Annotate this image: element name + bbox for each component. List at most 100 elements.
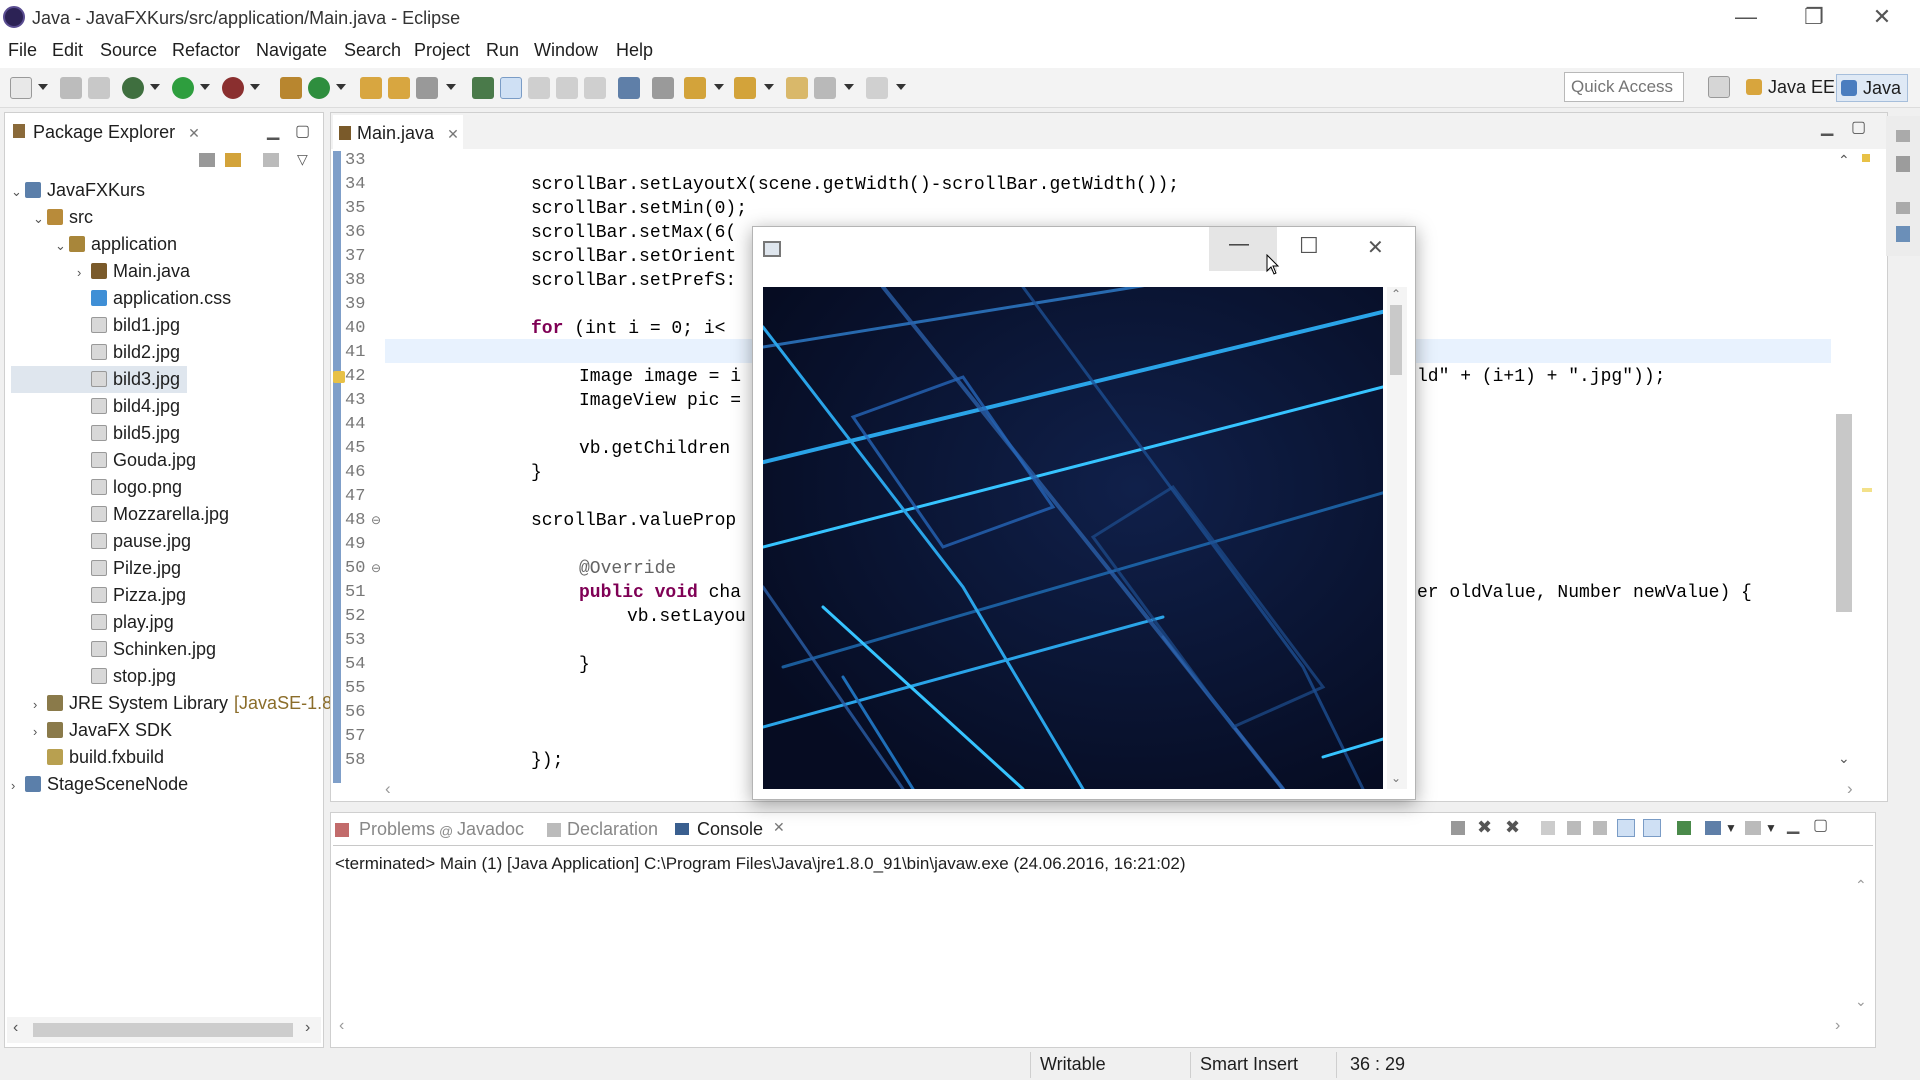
console-scroll-left-icon[interactable]: ‹	[339, 1017, 344, 1035]
search-dropdown-icon[interactable]	[446, 84, 456, 90]
code-line[interactable]: for (int i = 0; i<	[531, 319, 725, 339]
tree-item[interactable]: bild3.jpg	[11, 366, 187, 393]
code-line[interactable]: scrollBar.setPrefS:	[531, 271, 736, 291]
perspective-java-ee[interactable]: Java EE	[1742, 74, 1841, 102]
open-task-icon[interactable]	[388, 77, 410, 99]
scroll-right-icon[interactable]: ›	[305, 1019, 310, 1037]
fold-icon[interactable]: ⊖	[371, 513, 381, 527]
app-vertical-scrollbar[interactable]: ⌃ ⌄	[1387, 287, 1407, 789]
menu-window[interactable]: Window	[534, 40, 598, 61]
maximize-view-icon[interactable]: ▢	[295, 121, 310, 141]
previous-annotation-icon[interactable]	[734, 77, 756, 99]
open-console-icon[interactable]	[1745, 821, 1761, 835]
remove-all-launches-icon[interactable]: ✖	[1505, 817, 1520, 838]
collapsed-arrow-icon[interactable]: ›	[33, 691, 47, 718]
open-console-dropdown-icon[interactable]: ▼	[1765, 821, 1777, 835]
tree-item[interactable]: play.jpg	[11, 609, 321, 636]
expanded-arrow-icon[interactable]: ⌄	[11, 178, 25, 205]
tree-item[interactable]: ⌄ JavaFXKurs	[11, 177, 321, 204]
scroll-left-icon[interactable]: ‹	[385, 779, 391, 799]
collapsed-arrow-icon[interactable]: ›	[11, 772, 25, 799]
menu-help[interactable]: Help	[616, 40, 653, 61]
scroll-right-icon[interactable]: ›	[1847, 779, 1853, 799]
next-annotation-dropdown-icon[interactable]	[714, 84, 724, 90]
menu-edit[interactable]: Edit	[52, 40, 83, 61]
open-type-icon[interactable]	[360, 77, 382, 99]
next-annotation-icon[interactable]	[684, 77, 706, 99]
tree-item[interactable]: Gouda.jpg	[11, 447, 321, 474]
console-scroll-right-icon[interactable]: ›	[1835, 1017, 1840, 1035]
quick-access-input[interactable]	[1564, 72, 1684, 102]
minimize-button[interactable]: —	[1716, 0, 1776, 36]
console-toggle-icon[interactable]	[618, 77, 640, 99]
close-tab-icon[interactable]: ✕	[447, 126, 459, 142]
fold-icon[interactable]: ⊖	[371, 561, 381, 575]
forward-icon[interactable]	[866, 77, 888, 99]
menu-run[interactable]: Run	[486, 40, 519, 61]
menu-file[interactable]: File	[8, 40, 37, 61]
new-icon[interactable]	[10, 77, 32, 99]
skip-breakpoints-icon[interactable]	[652, 77, 674, 99]
overview-occurrence-marker[interactable]	[1862, 488, 1872, 492]
previous-annotation-dropdown-icon[interactable]	[764, 84, 774, 90]
code-line[interactable]: Image image = i	[579, 367, 741, 387]
tree-item[interactable]: logo.png	[11, 474, 321, 501]
tree-item[interactable]: › StageSceneNode	[11, 771, 321, 798]
code-line[interactable]: }	[579, 655, 590, 675]
view-menu-icon[interactable]: ▽	[297, 151, 308, 168]
new-dropdown-icon[interactable]	[38, 84, 48, 90]
tree-item[interactable]: bild2.jpg	[11, 339, 321, 366]
maximize-editor-icon[interactable]: ▢	[1851, 117, 1866, 137]
close-button[interactable]: ✕	[1852, 0, 1912, 36]
code-line-tail[interactable]: ld" + (i+1) + ".jpg"));	[1417, 367, 1665, 387]
app-maximize-button[interactable]: ☐	[1299, 233, 1319, 259]
tab-javadoc[interactable]: Javadoc	[457, 819, 524, 840]
minimize-editor-icon[interactable]: ▁	[1821, 117, 1833, 137]
show-whitespace-icon[interactable]	[584, 77, 606, 99]
run-icon[interactable]	[172, 77, 194, 99]
debug-icon[interactable]	[122, 77, 144, 99]
expanded-arrow-icon[interactable]: ⌄	[33, 205, 47, 232]
collapse-all-icon[interactable]	[199, 153, 215, 167]
collapsed-arrow-icon[interactable]: ›	[33, 718, 47, 745]
tree-item[interactable]: › Main.java	[11, 258, 321, 285]
code-line[interactable]: scrollBar.setLayoutX(scene.getWidth()-sc…	[531, 175, 1179, 195]
outline-icon[interactable]	[1896, 226, 1910, 242]
tree-item[interactable]: bild4.jpg	[11, 393, 321, 420]
show-on-stderr-icon[interactable]	[1643, 819, 1661, 837]
tree-item[interactable]: › JavaFX SDK	[11, 717, 321, 744]
back-dropdown-icon[interactable]	[844, 84, 854, 90]
close-tab-icon[interactable]: ✕	[188, 125, 200, 141]
menu-source[interactable]: Source	[100, 40, 157, 61]
code-line-tail[interactable]: er oldValue, Number newValue) {	[1417, 583, 1752, 603]
display-console-icon[interactable]	[1705, 821, 1721, 835]
tree-item[interactable]: Pizza.jpg	[11, 582, 321, 609]
tree-item[interactable]: build.fxbuild	[11, 744, 321, 771]
menu-refactor[interactable]: Refactor	[172, 40, 240, 61]
perspective-java[interactable]: Java	[1836, 74, 1909, 102]
tree-item[interactable]: bild5.jpg	[11, 420, 321, 447]
restore-icon[interactable]	[1896, 202, 1910, 214]
display-console-dropdown-icon[interactable]: ▼	[1725, 821, 1737, 835]
code-line[interactable]: }	[531, 463, 542, 483]
tree-item[interactable]: ⌄ src	[11, 204, 321, 231]
new-java-project-icon[interactable]	[280, 77, 302, 99]
save-icon[interactable]	[60, 77, 82, 99]
menu-navigate[interactable]: Navigate	[256, 40, 327, 61]
task-list-icon[interactable]	[1896, 156, 1910, 172]
external-tools-icon[interactable]	[222, 77, 244, 99]
annotation-icon[interactable]	[472, 77, 494, 99]
code-line[interactable]: scrollBar.setMin(0);	[531, 199, 747, 219]
terminate-icon[interactable]	[1451, 821, 1465, 835]
overview-warning-marker[interactable]	[1862, 154, 1870, 162]
debug-dropdown-icon[interactable]	[150, 84, 160, 90]
maximize-console-icon[interactable]: ▢	[1813, 815, 1828, 835]
console-scroll-up-icon[interactable]: ⌃	[1855, 877, 1867, 894]
expanded-arrow-icon[interactable]: ⌄	[55, 232, 69, 259]
tree-item[interactable]: application.css	[11, 285, 321, 312]
new-class-icon[interactable]	[308, 77, 330, 99]
code-line[interactable]: });	[531, 751, 563, 771]
tab-package-explorer[interactable]: Package Explorer ✕	[5, 113, 205, 149]
scroll-down-icon[interactable]: ⌄	[1838, 750, 1850, 767]
scroll-up-icon[interactable]: ⌃	[1838, 152, 1850, 169]
